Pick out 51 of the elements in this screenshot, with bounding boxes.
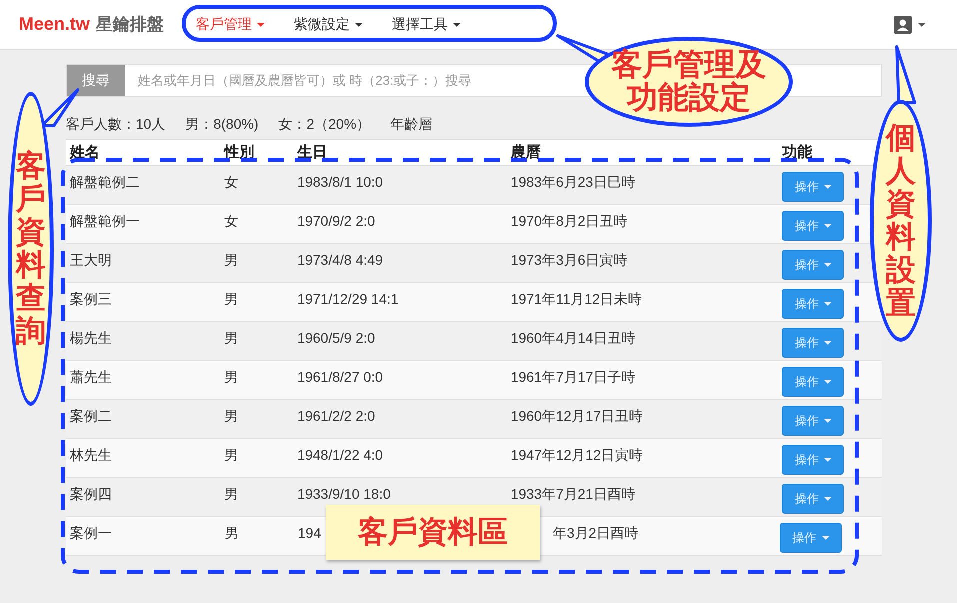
- table-cell: 1971/12/29 14:1: [297, 291, 399, 307]
- table-cell-text: 男: [224, 369, 240, 387]
- table-cell-text: 男: [224, 330, 240, 348]
- table-cell: 1961/8/27 0:0: [297, 369, 384, 385]
- table-cell-text: 1961年7月17日子時: [510, 369, 636, 387]
- table-cell-text: 1971年11月12日未時: [510, 291, 644, 309]
- column-header: 功能: [781, 143, 814, 162]
- table-cell: 1983/8/1 10:0: [297, 174, 384, 190]
- table-cell: 1970/9/2 2:0: [297, 213, 376, 229]
- app-title: 星鑰排盤: [96, 14, 164, 36]
- table-cell: 1948/1/22 4:0: [297, 447, 384, 463]
- table-cell-text: 楊先生: [69, 330, 113, 348]
- table-cell-text: 案例四: [69, 486, 113, 504]
- table-cell-text: 1960年4月14日丑時: [510, 330, 636, 348]
- table-cell-text: 女: [224, 174, 240, 192]
- table-cell-text: 案例二: [69, 408, 113, 426]
- table-cell-text: 王大明: [69, 252, 113, 270]
- column-header: 農曆: [510, 143, 542, 162]
- table-cell-text: 男: [224, 291, 240, 309]
- table-cell-text: 男: [224, 252, 240, 270]
- table-cell-text: 1973年3月6日寅時: [510, 252, 629, 270]
- table-cell-text: 林先生: [69, 447, 113, 465]
- table-cell-text: 1970年8月2日丑時: [510, 213, 629, 231]
- table-cell: 1960/5/9 2:0: [297, 330, 376, 346]
- table-cell: 1973/4/8 4:49: [297, 252, 384, 268]
- table-cell: 194: [298, 525, 322, 541]
- table-cell: 1961/2/2 2:0: [297, 408, 376, 424]
- table-cell-text: 男: [224, 486, 240, 504]
- table-cell-text: 男: [224, 408, 240, 426]
- table-cell-text: 蕭先生: [69, 369, 113, 387]
- table-cell-text: 年3月2日酉時: [552, 525, 640, 543]
- table-cell-text: 男: [224, 447, 240, 465]
- table-cell-text: 案例三: [69, 291, 113, 309]
- table-cell-text: 1983年6月23日巳時: [510, 174, 636, 192]
- table-cell-text: 1947年12月12日寅時: [510, 447, 644, 465]
- callout-tooltip: 個人資料設置: [870, 100, 932, 342]
- table-cell-text: 女: [224, 213, 240, 231]
- stat-text: 年齡層: [390, 116, 433, 134]
- stat-text: 男：8(80%): [186, 116, 259, 134]
- note-tooltip: 客戶資料區: [326, 505, 540, 560]
- column-header: 生日: [296, 143, 328, 162]
- table-cell-text: 1960年12月17日丑時: [510, 408, 644, 426]
- table-cell-text: 男: [224, 525, 240, 543]
- stat-text: 客戶人數：10人: [66, 116, 166, 134]
- table-cell-text: 1933年7月21日酉時: [510, 486, 636, 504]
- table-cell-text: 解盤範例一: [69, 213, 141, 231]
- table-cell-text: 解盤範例二: [69, 174, 141, 192]
- table-cell-text: 案例一: [69, 525, 113, 543]
- column-header: 姓名: [68, 143, 101, 162]
- stat-text: 女：2（20%）: [278, 116, 371, 134]
- table-cell: 1933/9/10 18:0: [297, 486, 391, 502]
